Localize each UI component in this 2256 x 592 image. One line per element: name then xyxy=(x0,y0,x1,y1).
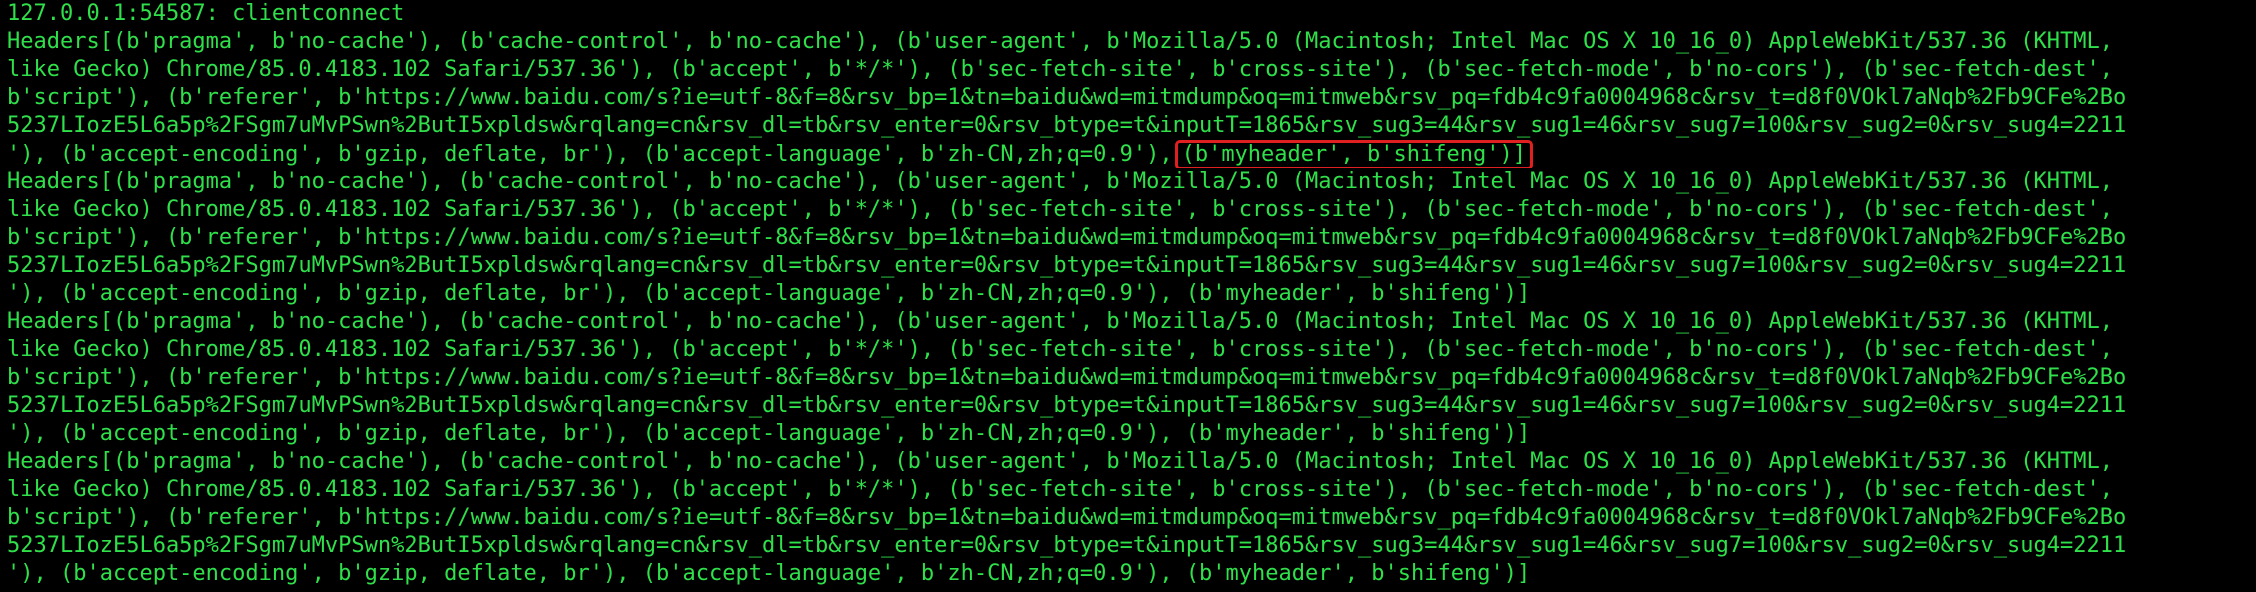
headers-block-4-line-2: like Gecko) Chrome/85.0.4183.102 Safari/… xyxy=(7,477,2113,502)
headers-block-3-line-3: b'script'), (b'referer', b'https://www.b… xyxy=(7,365,2127,390)
headers-block-1-line-3: b'script'), (b'referer', b'https://www.b… xyxy=(7,85,2127,110)
headers-block-3-line-1: Headers[(b'pragma', b'no-cache'), (b'cac… xyxy=(7,309,2113,334)
terminal-output[interactable]: 127.0.0.1:54587: clientconnect Headers[(… xyxy=(0,0,2256,592)
headers-block-4-line-4: 5237LIozE5L6a5p%2FSgm7uMvPSwn%2ButI5xpld… xyxy=(7,533,2127,558)
headers-block-2-line-5: '), (b'accept-encoding', b'gzip, deflate… xyxy=(7,281,1531,306)
headers-block-4-line-5: '), (b'accept-encoding', b'gzip, deflate… xyxy=(7,561,1531,586)
headers-block-1-line-4: 5237LIozE5L6a5p%2FSgm7uMvPSwn%2ButI5xpld… xyxy=(7,113,2127,138)
headers-block-2-line-2: like Gecko) Chrome/85.0.4183.102 Safari/… xyxy=(7,197,2113,222)
headers-block-1-line-1: Headers[(b'pragma', b'no-cache'), (b'cac… xyxy=(7,29,2113,54)
headers-block-4-line-3: b'script'), (b'referer', b'https://www.b… xyxy=(7,505,2127,530)
myheader-highlight-box: (b'myheader', b'shifeng')] xyxy=(1174,140,1533,168)
client-connect-line: 127.0.0.1:54587: clientconnect xyxy=(7,1,405,26)
headers-block-4-line-1: Headers[(b'pragma', b'no-cache'), (b'cac… xyxy=(7,449,2113,474)
headers-block-3-line-4: 5237LIozE5L6a5p%2FSgm7uMvPSwn%2ButI5xpld… xyxy=(7,393,2127,418)
headers-block-2-line-3: b'script'), (b'referer', b'https://www.b… xyxy=(7,225,2127,250)
headers-block-1-line-5: '), (b'accept-encoding', b'gzip, deflate… xyxy=(7,140,2256,168)
headers-block-1-line-2: like Gecko) Chrome/85.0.4183.102 Safari/… xyxy=(7,57,2113,82)
headers-block-3-line-2: like Gecko) Chrome/85.0.4183.102 Safari/… xyxy=(7,337,2113,362)
headers-block-2-line-4: 5237LIozE5L6a5p%2FSgm7uMvPSwn%2ButI5xpld… xyxy=(7,253,2127,278)
headers-block-1-line-5-text: '), (b'accept-encoding', b'gzip, deflate… xyxy=(7,142,1173,167)
headers-block-2-line-1: Headers[(b'pragma', b'no-cache'), (b'cac… xyxy=(7,169,2113,194)
headers-block-3-line-5: '), (b'accept-encoding', b'gzip, deflate… xyxy=(7,421,1531,446)
